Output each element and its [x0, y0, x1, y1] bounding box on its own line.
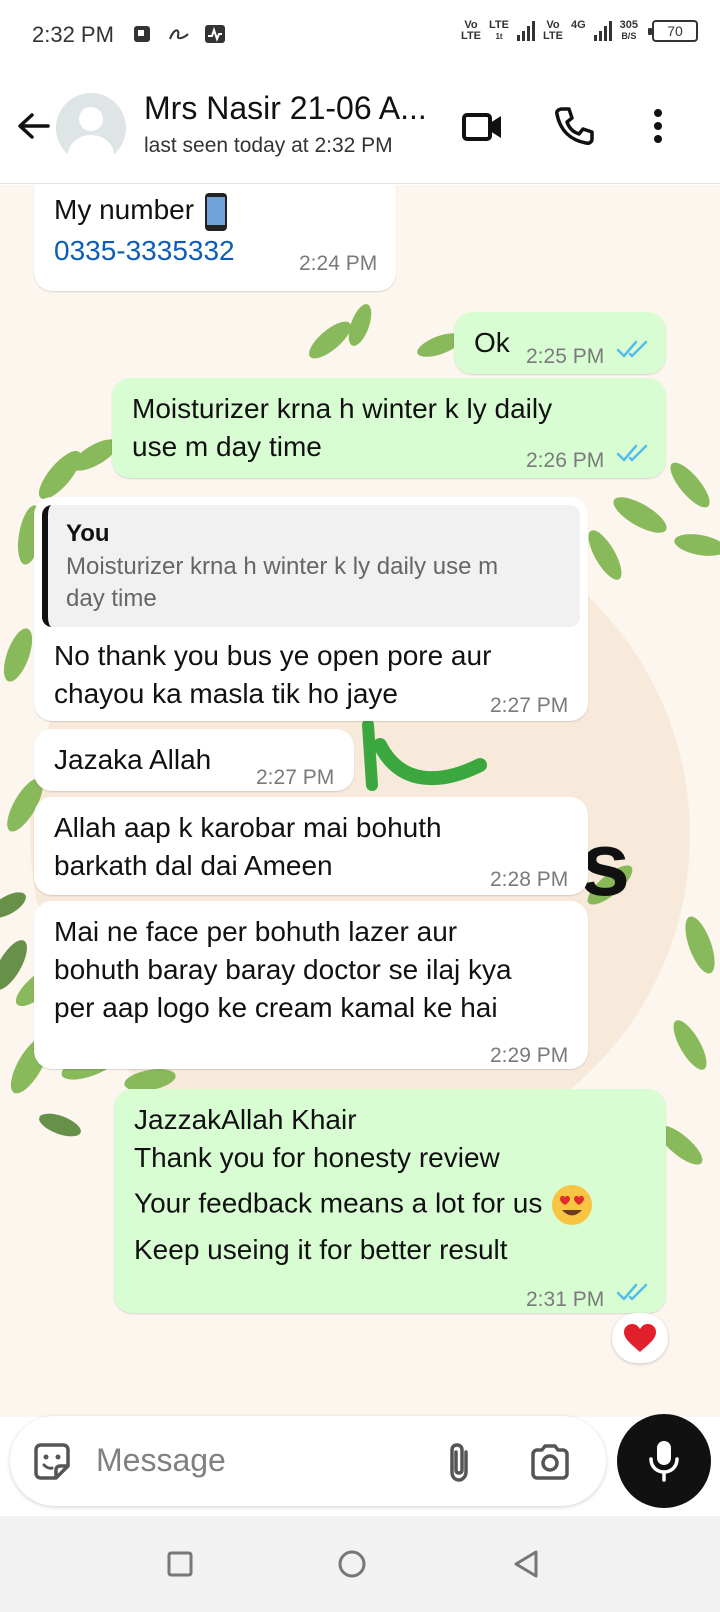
signal-bars-icon-2	[593, 21, 612, 41]
message-time: 2:28 PM	[490, 868, 569, 891]
back-triangle-icon[interactable]	[506, 1544, 546, 1584]
more-vertical-icon[interactable]	[634, 102, 682, 150]
message-incoming-reply[interactable]: You Moisturizer krna h winter k ly daily…	[34, 497, 588, 721]
message-incoming[interactable]: Allah aap k karobar mai bohuth barkath d…	[34, 797, 588, 895]
lte-indicator: LTE 1t	[489, 19, 509, 42]
message-time: 2:29 PM	[490, 1044, 569, 1067]
message-line: Keep useing it for better result	[134, 1234, 508, 1265]
message-text: My number	[54, 192, 230, 231]
message-time: 2:26 PM	[526, 449, 605, 472]
read-receipt-icon	[616, 340, 648, 358]
avatar[interactable]	[56, 93, 126, 163]
status-time: 2:32 PM	[32, 22, 114, 47]
mic-button[interactable]	[617, 1414, 711, 1508]
read-receipt-icon	[616, 444, 648, 462]
mic-icon	[649, 1441, 679, 1482]
calendar-icon	[134, 26, 150, 42]
network-speed: 305 B/S	[619, 19, 638, 42]
message-outgoing[interactable]: Ok 2:25 PM	[454, 312, 666, 374]
mobile-phone-emoji	[204, 192, 227, 231]
chat-area[interactable]: s My number 0335-3335332 2:24 PM Ok 2:25…	[0, 185, 720, 1417]
heart-eyes-emoji	[552, 1185, 593, 1225]
last-seen-status: last seen today at 2:32 PM	[144, 134, 393, 157]
phone-icon[interactable]	[550, 102, 598, 150]
message-time: 2:27 PM	[490, 694, 569, 717]
battery-icon: 70	[648, 20, 698, 42]
contact-name[interactable]: Mrs Nasir 21-06 A...	[144, 90, 427, 127]
message-incoming[interactable]: Mai ne face per bohuth lazer aur bohuth …	[34, 901, 588, 1069]
red-heart-emoji	[624, 1324, 656, 1352]
home-circle-icon[interactable]	[332, 1544, 372, 1584]
message-incoming[interactable]: Jazaka Allah 2:27 PM	[34, 729, 354, 791]
sticker-icon[interactable]	[30, 1440, 74, 1484]
message-time: 2:31 PM	[526, 1288, 605, 1311]
message-outgoing[interactable]: Moisturizer krna h winter k ly daily use…	[112, 378, 666, 478]
message-line: Thank you for honesty review	[134, 1142, 500, 1173]
chat-header: Mrs Nasir 21-06 A... last seen today at …	[0, 72, 720, 184]
message-text: Mai ne face per bohuth lazer aur bohuth …	[54, 916, 512, 1023]
system-nav-bar	[0, 1516, 720, 1612]
quote-text: Moisturizer krna h winter k ly daily use…	[66, 553, 499, 612]
signal-bars-icon	[516, 21, 535, 41]
volte-indicator-2: Vo LTE	[542, 19, 563, 42]
message-input-bar	[10, 1416, 606, 1506]
back-arrow-icon[interactable]	[14, 106, 54, 146]
message-time: 2:27 PM	[256, 766, 335, 789]
camera-icon[interactable]	[528, 1440, 572, 1484]
video-call-icon[interactable]	[458, 102, 506, 150]
read-receipt-icon	[616, 1283, 648, 1301]
scribble-icon	[169, 29, 189, 40]
message-time: 2:24 PM	[299, 252, 378, 275]
quoted-message[interactable]: You Moisturizer krna h winter k ly daily…	[42, 505, 580, 627]
message-reaction[interactable]	[612, 1313, 668, 1363]
status-left-icons	[132, 24, 226, 44]
quote-author: You	[66, 520, 110, 547]
message-time: 2:25 PM	[526, 345, 605, 368]
volte-indicator-1: Vo LTE	[461, 19, 482, 42]
message-input[interactable]	[96, 1434, 416, 1486]
activity-icon	[205, 25, 225, 43]
status-bar: 2:32 PM Vo LTE LTE 1t Vo LTE 4G 305 B/S 70	[0, 0, 720, 72]
recents-square-icon[interactable]	[160, 1544, 200, 1584]
message-outgoing[interactable]: JazzakAllah Khair Thank you for honesty …	[114, 1089, 666, 1313]
message-line: JazzakAllah Khair	[134, 1104, 357, 1135]
message-incoming[interactable]: My number 0335-3335332 2:24 PM	[34, 185, 396, 291]
status-right: Vo LTE LTE 1t Vo LTE 4G 305 B/S 70	[461, 20, 698, 42]
4g-indicator: 4G	[570, 19, 586, 31]
paperclip-icon[interactable]	[438, 1440, 482, 1484]
message-line-with-emoji: Your feedback means a lot for us	[134, 1183, 646, 1227]
